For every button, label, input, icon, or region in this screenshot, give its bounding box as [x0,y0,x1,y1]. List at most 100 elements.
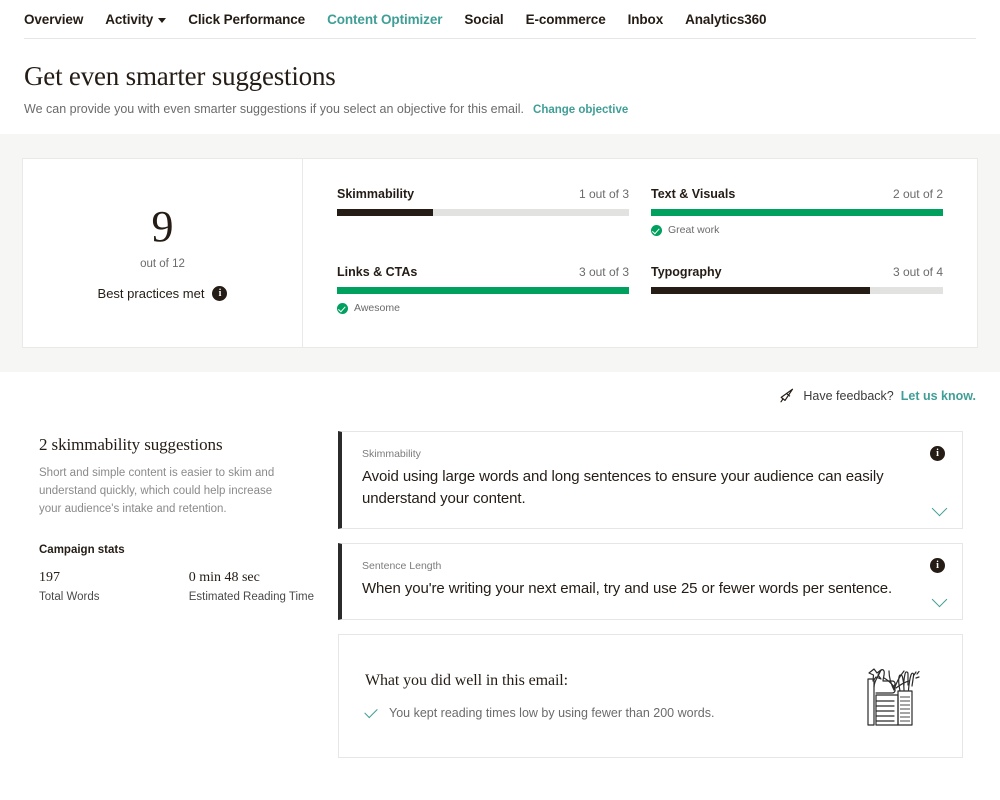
stat-label: Total Words [39,591,100,604]
suggestions-section: 2 skimmability suggestions Short and sim… [0,403,1000,758]
megaphone-icon [780,388,794,403]
nav-item-label: Analytics360 [685,11,767,27]
thumbs-up-illustration [867,667,920,726]
metric-note [651,301,943,315]
suggestion-kicker: Sentence Length [362,560,442,573]
metric-name: Typography [651,265,722,279]
progress-fill [337,287,629,294]
nav-item-social[interactable]: Social [464,12,503,27]
suggestion-cards: Skimmability Avoid using large words and… [338,431,963,758]
nav-item-label: Inbox [627,11,664,27]
check-circle-icon [651,224,662,236]
metric-note-label: Great work [668,224,720,236]
stat-value: 197 [39,570,60,586]
metric-typography: Typography 3 out of 4 [651,265,943,321]
best-practices-label-row: Best practices met i [98,286,228,301]
campaign-stats-grid: 197 Total Words 0 min 48 sec Estimated R… [39,570,314,603]
suggestion-text: Avoid using large words and long sentenc… [362,468,884,508]
stat-value: 0 min 48 sec [188,570,260,586]
feedback-row: Have feedback? Let us know. [0,372,1000,403]
progress-fill [651,287,870,294]
check-icon [364,704,378,718]
suggestions-sidebar: 2 skimmability suggestions Short and sim… [14,431,314,758]
suggestion-card-sentence-length[interactable]: Sentence Length When you're writing your… [338,543,963,620]
well-content: What you did well in this email: You kep… [364,671,715,720]
progress-track [337,287,629,294]
progress-track [651,287,943,294]
what-you-did-well-card: What you did well in this email: You kep… [338,633,963,758]
metric-note [337,223,629,237]
nav-item-label: Click Performance [188,11,306,27]
suggestion-kicker: Skimmability [362,448,421,460]
metric-count: 3 out of 3 [578,265,629,279]
metric-count: 1 out of 3 [578,187,629,201]
grid-spacer [337,243,629,265]
best-practices-label: Best practices met [97,286,205,301]
nav-item-label: Social [464,11,504,27]
nav-item-ecommerce[interactable]: E-commerce [526,12,606,27]
stat-label: Estimated Reading Time [188,591,314,604]
suggestion-text: When you're writing your next email, try… [362,580,893,598]
feedback-text: Have feedback? [803,388,894,403]
info-icon[interactable]: i [930,446,945,461]
metric-header: Skimmability 1 out of 3 [337,187,629,201]
metrics-grid: Skimmability 1 out of 3 Text & Visuals 2… [303,159,977,347]
nav-item-label: Content Optimizer [327,11,443,27]
best-practices-panel: 9 out of 12 Best practices met i [23,159,303,347]
progress-fill [337,209,434,216]
metric-skimmability: Skimmability 1 out of 3 [337,187,629,243]
nav-item-content-optimizer[interactable]: Content Optimizer [327,12,442,27]
metric-count: 3 out of 4 [892,265,943,279]
metric-name: Skimmability [337,187,415,201]
metric-count: 2 out of 2 [892,187,943,201]
metric-name: Text & Visuals [651,187,736,201]
progress-track [651,209,943,216]
nav-item-label: Activity [105,11,154,27]
metric-header: Links & CTAs 3 out of 3 [337,265,629,279]
grid-spacer [651,243,943,265]
nav-item-inbox[interactable]: Inbox [628,12,664,27]
nav-item-label: Overview [24,11,84,27]
page-header: Get even smarter suggestions We can prov… [0,39,1000,116]
nav-item-overview[interactable]: Overview [24,12,83,27]
stat-reading-time: 0 min 48 sec Estimated Reading Time [189,570,314,603]
campaign-stats-title: Campaign stats [39,544,125,557]
metric-header: Typography 3 out of 4 [651,265,943,279]
score-section: 9 out of 12 Best practices met i Skimmab… [0,134,1000,372]
best-practices-score: 9 [151,202,174,251]
metric-note: Great work [651,223,943,237]
best-practices-out-of: out of 12 [140,258,185,270]
suggestion-card-skimmability[interactable]: Skimmability Avoid using large words and… [338,431,963,530]
well-item-label: You kept reading times low by using fewe… [389,705,715,720]
metric-header: Text & Visuals 2 out of 2 [651,187,943,201]
nav-item-label: E-commerce [525,11,606,27]
metric-note-label: Awesome [354,302,400,314]
check-circle-icon [337,302,348,314]
nav-item-activity[interactable]: Activity [105,11,167,27]
info-icon[interactable]: i [930,558,945,574]
score-card: 9 out of 12 Best practices met i Skimmab… [22,158,978,348]
sidebar-title: 2 skimmability suggestions [39,435,223,454]
sidebar-description: Short and simple content is easier to sk… [39,467,275,515]
metric-text-visuals: Text & Visuals 2 out of 2 Great work [651,187,943,243]
metric-links-ctas: Links & CTAs 3 out of 3 Awesome [337,265,629,321]
metric-note: Awesome [337,301,629,315]
page-title: Get even smarter suggestions [24,61,336,91]
metric-name: Links & CTAs [337,265,418,279]
chevron-down-icon [158,17,167,23]
stat-total-words: 197 Total Words [39,570,157,603]
chevron-down-icon[interactable] [931,591,948,607]
main-navigation: Overview Activity Click Performance Cont… [0,0,1000,38]
progress-fill [651,209,943,216]
page-subtitle-row: We can provide you with even smarter sug… [24,102,976,116]
nav-item-analytics360[interactable]: Analytics360 [685,12,766,27]
nav-item-click-performance[interactable]: Click Performance [188,12,305,27]
well-title: What you did well in this email: [365,671,568,689]
change-objective-link[interactable]: Change objective [533,104,628,116]
well-item: You kept reading times low by using fewe… [364,704,715,720]
progress-track [337,209,629,216]
page-subtitle: We can provide you with even smarter sug… [24,102,525,116]
let-us-know-link[interactable]: Let us know. [901,389,976,403]
info-icon[interactable]: i [212,286,228,301]
chevron-down-icon[interactable] [931,501,948,517]
